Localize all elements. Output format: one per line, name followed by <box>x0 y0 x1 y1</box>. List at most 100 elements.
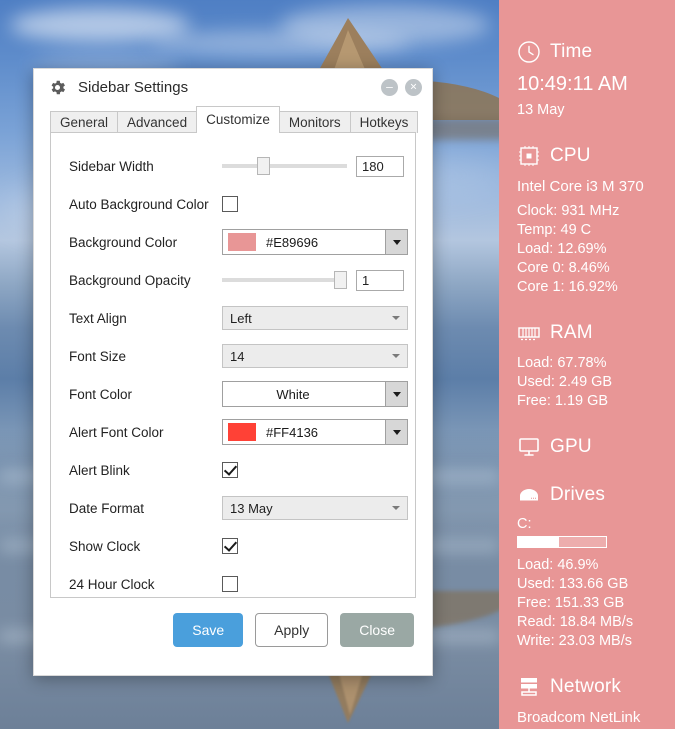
ram-load: Load: 67.78% <box>517 355 607 371</box>
drive-usage-fill <box>518 537 560 547</box>
cpu-clock: Clock: 931 MHz <box>517 203 620 219</box>
tab-general[interactable]: General <box>50 111 119 133</box>
field-label: Text Align <box>69 310 127 326</box>
background-color-picker[interactable]: #E89696 <box>222 229 408 255</box>
section-title: RAM <box>550 322 593 343</box>
ram-used: Used: 2.49 GB <box>517 374 613 390</box>
chevron-down-icon <box>392 239 401 245</box>
sidebar-width-input[interactable]: 180 <box>356 155 404 177</box>
slider-thumb[interactable] <box>334 271 347 289</box>
tab-advanced[interactable]: Advanced <box>117 111 198 133</box>
sidebar-section-drives: Drives C: Load: 46.9% Used: 133.66 GB Fr… <box>499 483 675 651</box>
field-font-color: Font Color White <box>69 375 408 413</box>
section-header: CPU <box>517 144 657 168</box>
tab-bar: General Advanced Customize Monitors Hotk… <box>34 105 432 133</box>
slider-thumb[interactable] <box>257 157 271 175</box>
cpu-icon <box>519 146 539 166</box>
show-clock-checkbox[interactable] <box>222 538 238 554</box>
sidebar-section-network: Network Broadcom NetLink <box>499 675 675 727</box>
field-auto-background-color: Auto Background Color <box>69 185 401 223</box>
section-title: GPU <box>550 436 592 457</box>
dialog-title: Sidebar Settings <box>78 78 189 96</box>
minimize-icon: – <box>386 79 393 94</box>
field-label: Alert Blink <box>69 462 130 478</box>
text-align-select[interactable]: Left <box>222 306 408 330</box>
alert-font-color-picker[interactable]: #FF4136 <box>222 419 408 445</box>
section-header: RAM <box>517 321 657 345</box>
drive-icon <box>520 489 538 501</box>
section-title: Drives <box>550 484 606 505</box>
drive-load: Load: 46.9% <box>517 557 599 573</box>
customize-panel: Sidebar Width 180 Auto Background Color <box>50 132 416 598</box>
alert-blink-checkbox[interactable] <box>222 462 238 478</box>
field-label: Auto Background Color <box>69 196 209 212</box>
apply-button[interactable]: Apply <box>255 613 329 647</box>
sidebar-section-time: Time 10:49:11 AM 13 May <box>499 40 675 120</box>
cpu-core0: Core 0: 8.46% <box>517 260 610 276</box>
drive-write: Write: 23.03 MB/s <box>517 633 632 649</box>
color-value: White <box>276 386 310 402</box>
clock-icon <box>518 41 540 63</box>
field-label: Sidebar Width <box>69 158 154 174</box>
dropdown-button[interactable] <box>385 420 407 444</box>
minimize-button[interactable]: – <box>381 78 398 96</box>
dropdown-button[interactable] <box>385 382 407 406</box>
gear-icon <box>51 80 66 94</box>
close-button[interactable]: × <box>405 78 422 96</box>
screen: Time 10:49:11 AM 13 May CPU Intel Core i… <box>0 0 675 729</box>
drive-usage-bar <box>517 536 607 548</box>
dialog-footer: Save Apply Close <box>34 599 432 647</box>
sidebar-width-slider[interactable] <box>222 157 347 175</box>
slider-track <box>222 164 347 168</box>
field-label: 24 Hour Clock <box>69 576 155 592</box>
ram-free: Free: 1.19 GB <box>517 393 609 409</box>
24-hour-clock-checkbox[interactable] <box>222 576 238 592</box>
font-size-select[interactable]: 14 <box>222 344 408 368</box>
drive-read: Read: 18.84 MB/s <box>517 614 634 630</box>
cpu-core1: Core 1: 16.92% <box>517 279 618 295</box>
color-swatch <box>228 423 256 441</box>
cpu-temp: Temp: 49 C <box>517 222 592 238</box>
chevron-down-icon <box>392 391 401 397</box>
field-background-opacity: Background Opacity 1 <box>69 261 404 299</box>
field-label: Alert Font Color <box>69 424 164 440</box>
select-value: 13 May <box>230 500 273 516</box>
field-label: Background Color <box>69 234 178 250</box>
field-sidebar-width: Sidebar Width 180 <box>69 147 404 185</box>
section-header: GPU <box>517 435 657 459</box>
auto-background-color-checkbox[interactable] <box>222 196 238 212</box>
font-color-picker[interactable]: White <box>222 381 408 407</box>
close-dialog-button[interactable]: Close <box>340 613 414 647</box>
background-opacity-slider[interactable] <box>222 271 347 289</box>
section-title: Time <box>550 41 593 62</box>
monitor-sidebar: Time 10:49:11 AM 13 May CPU Intel Core i… <box>499 0 675 729</box>
gpu-icon <box>519 438 539 456</box>
tab-hotkeys[interactable]: Hotkeys <box>349 111 419 133</box>
chevron-down-icon <box>392 316 400 320</box>
chevron-down-icon <box>392 506 400 510</box>
tab-customize[interactable]: Customize <box>196 106 280 133</box>
tab-monitors[interactable]: Monitors <box>278 111 351 133</box>
field-date-format: Date Format 13 May <box>69 489 408 527</box>
dialog-titlebar[interactable]: Sidebar Settings – × <box>34 69 432 105</box>
cpu-load: Load: 12.69% <box>517 241 607 257</box>
section-header: Time <box>517 40 657 64</box>
field-label: Date Format <box>69 500 145 516</box>
network-icon <box>521 678 537 696</box>
ram-icon <box>518 327 540 341</box>
field-alert-blink: Alert Blink <box>69 451 401 489</box>
save-button[interactable]: Save <box>173 613 244 647</box>
color-value: #E89696 <box>266 234 319 250</box>
field-alert-font-color: Alert Font Color #FF4136 <box>69 413 408 451</box>
field-label: Font Size <box>69 348 127 364</box>
section-title: Network <box>550 676 622 697</box>
dropdown-button[interactable] <box>385 230 407 254</box>
background-opacity-input[interactable]: 1 <box>356 269 404 291</box>
field-text-align: Text Align Left <box>69 299 408 337</box>
date-format-select[interactable]: 13 May <box>222 496 408 520</box>
drive-letter: C: <box>517 516 532 532</box>
field-show-clock: Show Clock <box>69 527 401 565</box>
